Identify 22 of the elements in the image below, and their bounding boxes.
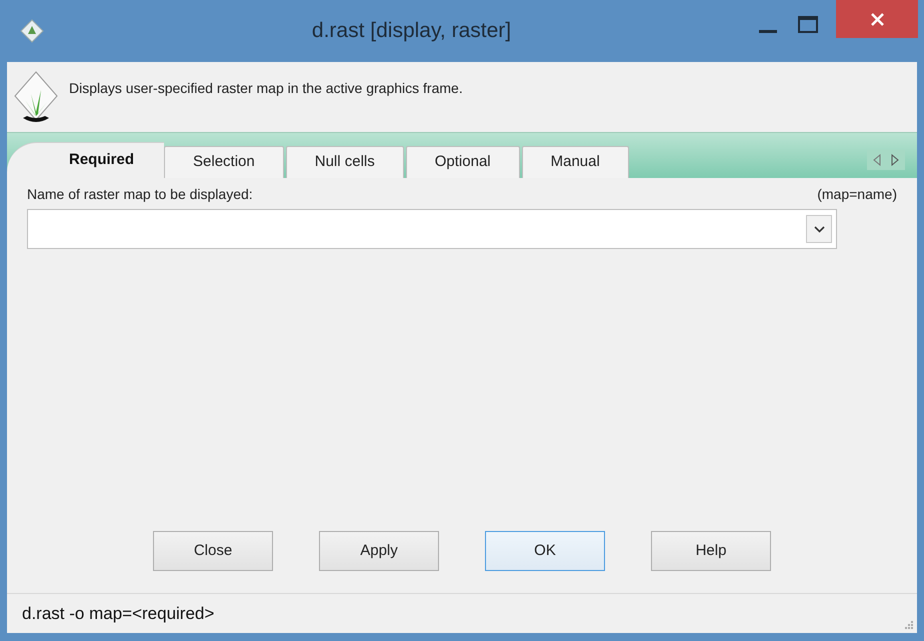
dialog-button[interactable]: Apply: [319, 531, 439, 571]
tab[interactable]: Manual: [522, 146, 629, 178]
field-label: Name of raster map to be displayed:: [27, 185, 253, 204]
dialog-button[interactable]: Help: [651, 531, 771, 571]
dropdown-button[interactable]: [806, 215, 832, 243]
close-button[interactable]: [836, 0, 918, 38]
dialog-button[interactable]: Close: [153, 531, 273, 571]
description-text: Displays user-specified raster map in the active graphics frame.: [69, 79, 463, 98]
scroll-right-icon[interactable]: [891, 154, 899, 166]
tab[interactable]: Required: [7, 142, 164, 178]
dialog-button[interactable]: OK: [485, 531, 605, 571]
window-title: d.rast [display, raster]: [310, 18, 512, 44]
chevron-down-icon: [814, 226, 824, 232]
app-icon: [19, 18, 45, 44]
field-hint: (map=name): [817, 185, 897, 204]
resize-grip-icon[interactable]: [904, 620, 914, 630]
status-text: d.rast -o map=<required>: [22, 602, 214, 625]
tab[interactable]: Null cells: [286, 146, 404, 178]
tab[interactable]: Optional: [406, 146, 520, 178]
close-icon: [870, 12, 884, 26]
tab[interactable]: Selection: [164, 146, 284, 178]
scroll-left-icon[interactable]: [873, 154, 881, 166]
